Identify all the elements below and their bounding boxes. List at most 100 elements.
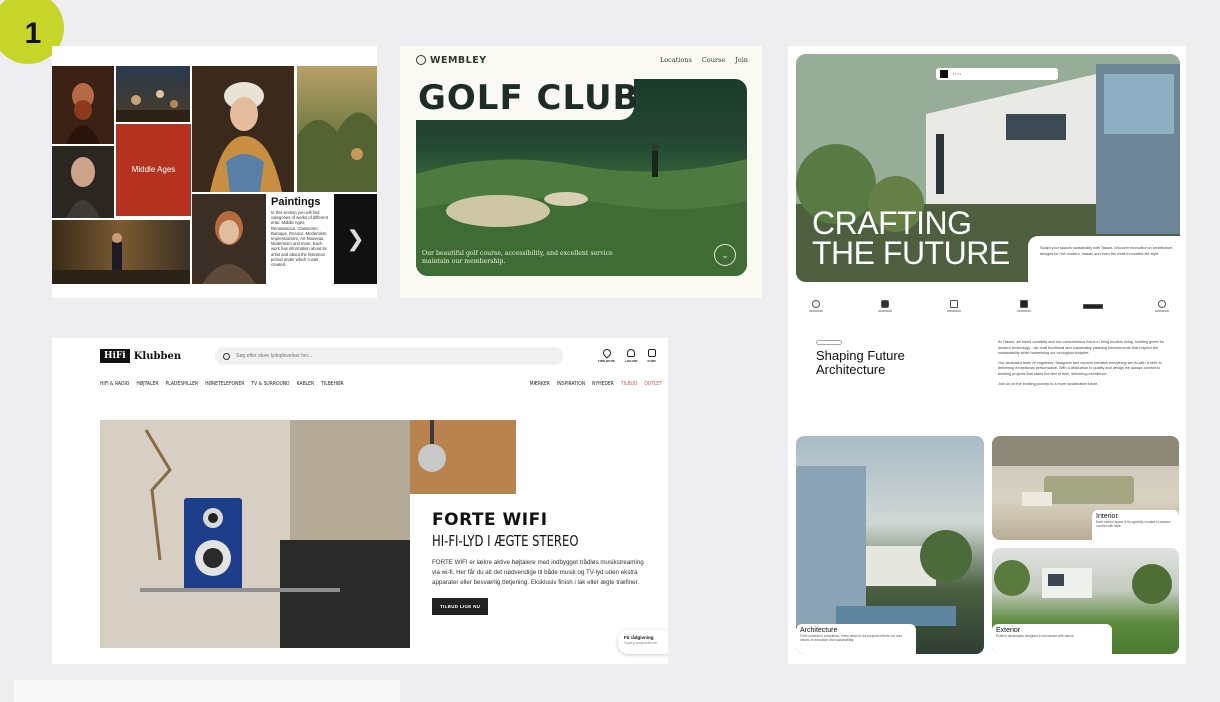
feature-icon-3: [942, 300, 966, 312]
hifi-header: HiFi Klubben FIND BUTIK LOG IND KURV: [52, 338, 668, 374]
scroll-down-button[interactable]: ⌄: [714, 244, 736, 266]
arch-feature-icons: [804, 296, 1174, 316]
nav-maerker[interactable]: MÆRKER: [530, 381, 550, 387]
arch-card-label: Architecture From concept to completion,…: [796, 624, 916, 654]
golf-logo[interactable]: WEMBLEY: [416, 55, 487, 66]
painting-portrait-red-beard[interactable]: [52, 66, 114, 144]
paintings-description: In this section you will find categories…: [271, 210, 328, 268]
nav-horetelefoner[interactable]: HØRETELEFONER: [205, 381, 244, 387]
hifi-category-nav: HIFI & RADIO HØJTALER PLADESPILLER HØRET…: [100, 378, 662, 390]
arch-card-architecture[interactable]: Architecture From concept to completion,…: [796, 436, 984, 654]
arch-navbar: • • • •: [936, 68, 1058, 80]
painting-portrait-woman[interactable]: [52, 146, 114, 218]
arch-body-text: At Takara, we blend creativity and our c…: [998, 340, 1168, 391]
nav-nyheder[interactable]: NYHEDER: [592, 381, 614, 387]
arch-headline-line-1: CRAFTING: [812, 205, 972, 241]
hifi-hero-subtitle: HI-FI-LYD I ÆGTE STEREO: [432, 532, 579, 550]
section-chip: [816, 340, 842, 345]
find-store-button[interactable]: FIND BUTIK: [598, 347, 616, 363]
location-pin-icon: [600, 347, 613, 359]
nav-hojtaler[interactable]: HØJTALER: [136, 381, 158, 387]
hifi-klubben-screenshot: HiFi Klubben FIND BUTIK LOG IND KURV HIF…: [52, 338, 668, 664]
feature-icon-4: [1012, 300, 1036, 312]
arch-card-title-exterior: Exterior: [996, 627, 1021, 634]
painting-battle-scene[interactable]: [116, 66, 190, 122]
arch-card-interior[interactable]: Interior Each interior space is thoughtf…: [992, 436, 1179, 540]
arch-headline-line-2: THE FUTURE: [812, 235, 1010, 271]
offers-now-button[interactable]: TILBUD LIGE NU: [432, 598, 489, 615]
find-store-label: FIND BUTIK: [598, 359, 616, 363]
arch-card-label: Exterior Exterior landscapes designed to…: [992, 624, 1112, 654]
arch-card-title-architecture: Architecture: [800, 627, 838, 634]
golf-nav-join[interactable]: Join: [735, 56, 748, 64]
hifi-search-input[interactable]: [236, 353, 537, 359]
category-tile-middle-ages[interactable]: Middle Ages: [116, 124, 191, 216]
arch-body-p1: At Takara, we blend creativity and our c…: [998, 340, 1165, 356]
golf-caption: Our beautiful golf course, accessibility…: [422, 250, 613, 265]
paintings-title: Paintings: [271, 196, 321, 208]
nav-kabler[interactable]: KABLER: [297, 381, 315, 387]
nav-hifi-radio[interactable]: HIFI & RADIO: [100, 381, 129, 387]
golf-title: GOLF CLUB: [418, 78, 640, 118]
nav-pladespiller[interactable]: PLADESPILLER: [165, 381, 198, 387]
hifi-logo-name: Klubben: [133, 350, 182, 362]
arch-logo-icon[interactable]: [940, 70, 948, 78]
hifi-logo[interactable]: HiFi Klubben: [100, 349, 181, 363]
arch-body-p2: Our dedicated team of engineers, designe…: [998, 360, 1162, 376]
search-icon: [223, 352, 231, 360]
category-middle-ages-label: Middle Ages: [131, 165, 176, 174]
login-label: LOG IND: [625, 359, 638, 363]
arch-card-text-interior: Each interior space is thoughtfully cura…: [1096, 520, 1171, 529]
arch-headline: CRAFTING THE FUTURE: [812, 205, 1010, 271]
arch-section-title-1: Shaping Future: [816, 348, 905, 363]
arch-card-exterior[interactable]: Exterior Exterior landscapes designed to…: [992, 548, 1179, 654]
architecture-screenshot: • • • • CRAFTING THE FUTURE Sculpt your …: [788, 46, 1186, 664]
arch-intro-tab: [1028, 236, 1186, 286]
nav-outlet[interactable]: OUTLET: [644, 381, 662, 387]
arch-nav-dot: • • • •: [953, 72, 961, 76]
cart-button[interactable]: KURV: [648, 349, 656, 363]
chat-widget[interactable]: Få rådgivning Spørg eksperterne: [618, 630, 668, 654]
arch-section-title-2: Architecture: [816, 362, 886, 377]
nav-tilbehor[interactable]: TILBEHØR: [321, 381, 344, 387]
arch-card-label: Interior Each interior space is thoughtf…: [1092, 510, 1179, 540]
feature-icon-6: [1150, 300, 1174, 312]
painting-landscape[interactable]: [297, 66, 377, 192]
user-icon: [627, 349, 636, 357]
chevron-down-icon: ⌄: [721, 249, 729, 260]
arch-card-text-architecture: From concept to completion, every detail…: [800, 634, 903, 643]
nav-tilbud[interactable]: TILBUD: [621, 381, 637, 387]
feature-icon-5: [1081, 303, 1105, 309]
arch-section-title: Shaping Future Architecture: [816, 349, 905, 377]
golf-brand-name: WEMBLEY: [430, 54, 487, 66]
bottom-strip: [14, 680, 400, 702]
painting-portrait-redhead[interactable]: [192, 194, 266, 284]
golf-nav-locations[interactable]: Locations: [660, 56, 692, 64]
hifi-logo-box: HiFi: [100, 349, 130, 363]
golf-navbar: WEMBLEY Locations Course Join: [416, 52, 748, 68]
step-number: 1: [24, 17, 42, 50]
paintings-info-panel: Paintings In this section you will find …: [268, 194, 332, 286]
chevron-right-icon: ❯: [346, 226, 365, 252]
paintings-screenshot: Middle Ages Paintings In this section yo…: [52, 46, 377, 298]
bag-icon: [647, 349, 656, 357]
hifi-hero-title: FORTE WIFI: [432, 510, 548, 530]
next-button[interactable]: ❯: [334, 194, 377, 284]
nav-inspiration[interactable]: INSPIRATION: [557, 381, 585, 387]
hifi-hero-text: FORTE WIFI er lækre aktive højtalere med…: [432, 559, 644, 586]
chat-subtitle: Spørg eksperterne: [624, 640, 658, 645]
painting-lady-in-turban[interactable]: [192, 66, 294, 192]
nav-tv-surround[interactable]: TV & SURROUND: [251, 381, 289, 387]
login-button[interactable]: LOG IND: [625, 349, 638, 363]
painting-street-scene[interactable]: [52, 220, 190, 284]
logo-ring-icon: [416, 55, 426, 65]
hifi-search-bar[interactable]: [215, 347, 564, 365]
cart-label: KURV: [647, 359, 656, 363]
golf-club-screenshot: WEMBLEY Locations Course Join GOLF CLUB …: [400, 46, 762, 298]
hifi-header-actions: FIND BUTIK LOG IND KURV: [598, 347, 656, 363]
feature-icon-2: [873, 300, 897, 312]
arch-intro-text: Sculpt your spaces sustainably with Taka…: [1040, 246, 1174, 256]
golf-nav-course[interactable]: Course: [702, 56, 725, 64]
arch-card-text-exterior: Exterior landscapes designed to harmoniz…: [996, 634, 1075, 638]
arch-card-title-interior: Interior: [1096, 513, 1118, 520]
